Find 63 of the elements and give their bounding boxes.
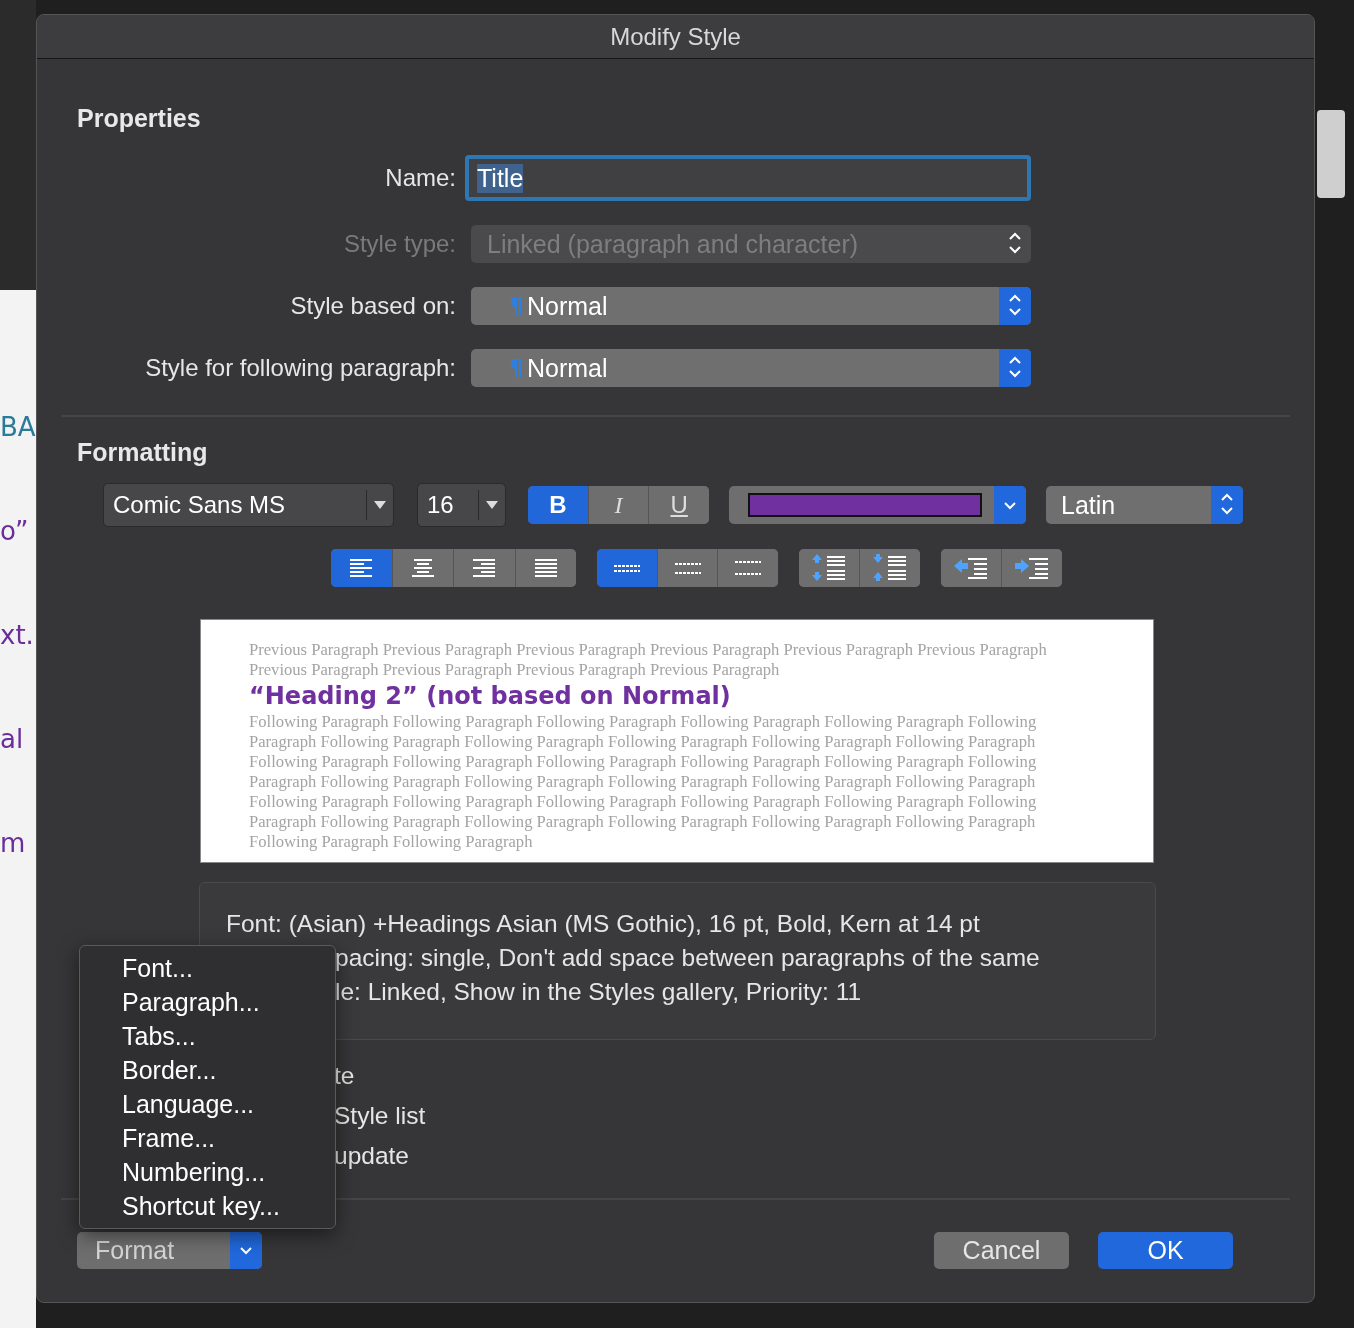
bold-button[interactable]: B [528, 486, 588, 524]
underline-button[interactable]: U [648, 486, 709, 524]
document-text: m [0, 827, 27, 860]
font-size-combo-box[interactable]: 16 [417, 483, 506, 527]
paragraph-spacing-button[interactable] [859, 549, 920, 587]
indent-button[interactable] [1001, 549, 1062, 587]
field-label: Name: [384, 164, 456, 192]
line-spacing-icon [673, 561, 702, 575]
description-text: pacing: single, Don't add space between paragraphs of the same [334, 943, 1041, 973]
font-combo-box[interactable]: Comic Sans MS [103, 483, 394, 527]
menu-item[interactable]: Frame... [80, 1121, 335, 1155]
menu-item[interactable]: Font... [80, 951, 335, 985]
font-color-dropdown[interactable] [729, 486, 1026, 524]
field-label: Style based on: [289, 292, 456, 320]
indent-increase-icon [1015, 557, 1049, 579]
paragraph-mark-icon [511, 359, 521, 377]
previous-paragraph-text: Previous Paragraph Previous Paragraph Previous Paragraph Previous Paragraph Previous Paragraph Previous Paragraph Previous Paragraph Previous Paragraph Previous Paragraph Previous Paragraph [249, 640, 1048, 680]
menu-item[interactable]: Numbering... [80, 1155, 335, 1189]
option-label: te [334, 1061, 356, 1091]
cancel-button[interactable]: Cancel [934, 1232, 1069, 1269]
align-center-icon [410, 558, 435, 578]
field-label: Style type: [342, 230, 456, 258]
script-dropdown[interactable]: Latin [1046, 486, 1243, 524]
align-button[interactable] [331, 549, 392, 587]
ok-button[interactable]: OK [1098, 1232, 1233, 1269]
menu-item[interactable]: Border... [80, 1053, 335, 1087]
style-dropdown[interactable]: Normal [471, 349, 1031, 387]
section-heading: Properties [77, 103, 202, 133]
menu-item[interactable]: Language... [80, 1087, 335, 1121]
dialog-title: Modify Style [610, 22, 741, 51]
line-spacing-icon [612, 563, 641, 573]
document-text: o” [0, 515, 30, 548]
option-label: Style list [334, 1101, 427, 1131]
field-label: Style for following paragraph: [144, 354, 456, 382]
indent-decrease-icon [954, 557, 988, 579]
line-spacing-icon [734, 560, 763, 576]
document-text: al [0, 723, 25, 756]
section-heading: Formatting [77, 437, 209, 467]
menu-item[interactable]: Shortcut key... [80, 1189, 335, 1223]
menu-item[interactable]: Tabs... [80, 1019, 335, 1053]
document-text: xt. [0, 619, 35, 652]
paragraph-spacing-icon [812, 554, 846, 582]
align-left-icon [349, 558, 374, 578]
paragraph-mark-icon [511, 297, 521, 315]
name-field[interactable]: Title [465, 155, 1031, 201]
style-dropdown[interactable]: Normal [471, 287, 1031, 325]
option-label: update [334, 1141, 410, 1171]
following-paragraph-text: Following Paragraph Following Paragraph Following Paragraph Following Paragraph Following Paragraph Following Paragraph Following Paragraph Following Paragraph Following Paragraph Following Paragraph Following Paragraph Following Paragraph Following Paragraph Following Paragraph Following Paragraph Following Paragraph Following Paragraph Following Paragraph Following Paragraph Following Paragraph Following Paragraph Following Paragraph Following Paragraph Following Paragraph Following Paragraph Following Paragraph Following Paragraph Following Paragraph Following Paragraph Following Paragraph Following Paragraph Following Paragraph Following Paragraph Following Paragraph Following Paragraph [249, 712, 1038, 852]
sample-heading: “Heading 2” (not based on Normal) [249, 681, 732, 712]
paragraph-spacing-icon [873, 554, 907, 582]
align-justify-icon [533, 558, 558, 578]
dropdown-arrow-icon [486, 501, 498, 509]
chevron-down-icon [238, 1245, 254, 1256]
align-right-icon [472, 558, 497, 578]
line-spacing-button[interactable] [597, 549, 657, 587]
dropdown-arrow-icon [374, 501, 386, 509]
line-spacing-button[interactable] [717, 549, 778, 587]
menu-item[interactable]: Paragraph... [80, 985, 335, 1019]
format-dropdown-button[interactable]: Format [77, 1232, 262, 1269]
document-text: BA [0, 411, 36, 444]
chevron-down-icon [1002, 499, 1018, 511]
align-button[interactable] [514, 549, 576, 587]
description-text: Font: (Asian) +Headings Asian (MS Gothic), 16 pt, Bold, Kern at 14 pt [226, 909, 981, 939]
